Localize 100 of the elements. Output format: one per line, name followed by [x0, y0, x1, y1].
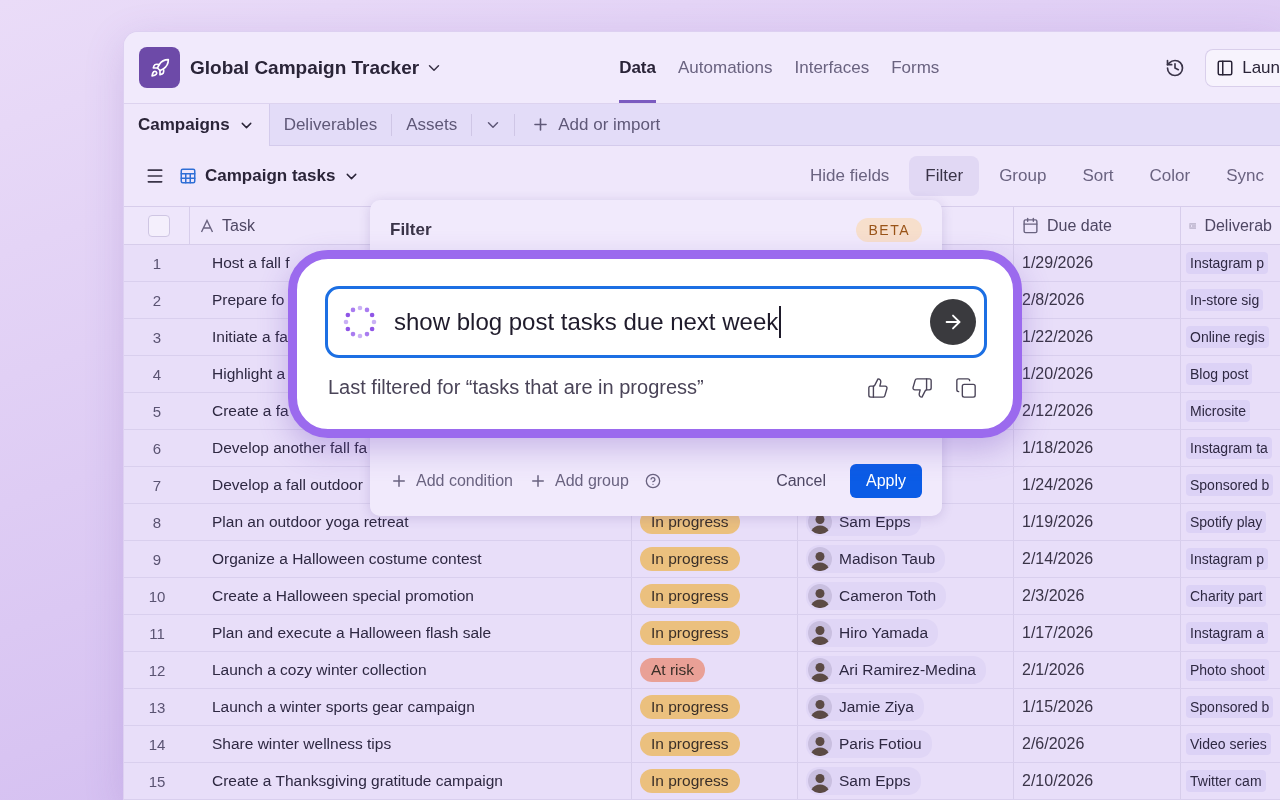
- app-logo[interactable]: [139, 47, 180, 88]
- prompt-field[interactable]: show blog post tasks due next week: [325, 286, 987, 358]
- panel-icon: [1216, 58, 1235, 77]
- table-cell-text: Initiate a fa: [211, 328, 288, 346]
- popup-title: Filter: [390, 220, 432, 240]
- menu-icon[interactable]: [145, 166, 165, 186]
- view-switcher[interactable]: Campaign tasks: [179, 166, 361, 186]
- row-number: 4: [151, 365, 163, 383]
- status-tag: In progress: [640, 695, 740, 719]
- cancel-button[interactable]: Cancel: [762, 464, 840, 498]
- grid-view-icon: [179, 167, 197, 185]
- column-header[interactable]: Task: [222, 216, 255, 235]
- table-tab[interactable]: Assets: [392, 104, 472, 145]
- status-tag: In progress: [640, 621, 740, 645]
- row-number: 3: [151, 328, 163, 346]
- deliverable-tag: Online regis: [1186, 326, 1269, 348]
- toolbar-button[interactable]: Filter: [909, 156, 980, 196]
- table-cell: 1/15/2026: [1022, 698, 1094, 716]
- row-number: 12: [147, 661, 167, 679]
- table-cell: 1/19/2026: [1022, 513, 1094, 531]
- calendar-icon: [1022, 217, 1039, 234]
- deliverable-tag: Instagram ta: [1186, 437, 1272, 459]
- column-header[interactable]: Deliverab: [1204, 216, 1272, 235]
- toolbar-button[interactable]: Hide fields: [794, 156, 906, 196]
- table-cell: 2/3/2026: [1022, 587, 1085, 605]
- table-cell-text: Plan an outdoor yoga retreat: [211, 513, 409, 531]
- row-number: 15: [147, 772, 167, 790]
- text-field-icon: [200, 218, 214, 233]
- add-link[interactable]: Add condition: [390, 472, 519, 490]
- deliverable-tag: Instagram p: [1186, 548, 1268, 570]
- table-cell-text: Develop a fall outdoor: [211, 476, 363, 494]
- avatar-icon: [808, 658, 832, 682]
- row-number: 10: [147, 587, 167, 605]
- nav-tab[interactable]: Forms: [891, 32, 940, 103]
- nav-tab[interactable]: Automations: [678, 32, 773, 103]
- table-cell: 2/12/2026: [1022, 402, 1094, 420]
- avatar-icon: [808, 621, 832, 645]
- last-filter-text: Last filtered for “tasks that are in progress”: [328, 376, 704, 399]
- launch-button[interactable]: Laun: [1205, 48, 1280, 87]
- add-table-link[interactable]: Add or import: [515, 114, 677, 135]
- row-number: 5: [151, 402, 163, 420]
- table-cell: 1/24/2026: [1022, 476, 1094, 494]
- row-number: 8: [151, 513, 163, 531]
- thumbs-up-icon[interactable]: [867, 376, 889, 399]
- help-icon[interactable]: [644, 473, 661, 489]
- table-cell: 2/1/2026: [1022, 661, 1085, 679]
- row-number: 13: [147, 698, 167, 716]
- row-number: 6: [151, 439, 163, 457]
- avatar-icon: [808, 584, 832, 608]
- deliverable-tag: Sponsored b: [1186, 696, 1274, 718]
- assignee-tag: Sam Epps: [806, 767, 921, 795]
- add-link[interactable]: Add group: [528, 472, 635, 490]
- assignee-tag: Jamie Ziya: [806, 693, 924, 721]
- table-cell: 2/6/2026: [1022, 735, 1085, 753]
- thumbs-down-icon[interactable]: [911, 376, 933, 399]
- beta-badge: BETA: [856, 218, 922, 242]
- row-number: 7: [151, 476, 163, 494]
- table-cell-text: Launch a cozy winter collection: [211, 661, 427, 679]
- table-cell-text: Create a fa: [211, 402, 289, 420]
- table-cell: 2/10/2026: [1022, 772, 1094, 790]
- table-cell: 1/20/2026: [1022, 365, 1094, 383]
- table-tab[interactable]: Campaigns: [124, 104, 270, 146]
- table-cell-text: Develop another fall fa: [211, 439, 368, 457]
- deliverable-tag: Instagram p: [1186, 252, 1268, 274]
- toolbar-button[interactable]: Group: [983, 156, 1063, 196]
- toolbar-button[interactable]: Color: [1133, 156, 1207, 196]
- table-cell-text: Create a Thanksgiving gratitude campaign: [211, 772, 503, 790]
- copy-icon[interactable]: [955, 376, 977, 399]
- deliverable-tag: Sponsored b: [1186, 474, 1274, 496]
- table-cell: 2/14/2026: [1022, 550, 1094, 568]
- deliverable-tag: Instagram a: [1186, 622, 1268, 644]
- table-cell: 1/29/2026: [1022, 254, 1094, 272]
- toolbar-button[interactable]: Sort: [1066, 156, 1130, 196]
- table-cell: 2/8/2026: [1022, 291, 1085, 309]
- table-tab[interactable]: Deliverables: [269, 104, 392, 145]
- table-cell-text: Organize a Halloween costume contest: [211, 550, 482, 568]
- table-cell: 1/22/2026: [1022, 328, 1094, 346]
- apply-button[interactable]: Apply: [849, 464, 922, 498]
- column-header[interactable]: Due date: [1047, 216, 1112, 235]
- deliverable-tag: Charity part: [1186, 585, 1267, 607]
- deliverable-tag: Video series: [1186, 733, 1271, 755]
- select-all-checkbox[interactable]: [148, 214, 170, 237]
- spinner-icon: [342, 304, 378, 340]
- send-button[interactable]: [930, 299, 976, 345]
- base-title: Global Campaign Tracker: [190, 56, 420, 79]
- table-cell: 1/17/2026: [1022, 624, 1094, 642]
- nav-tab[interactable]: Interfaces: [794, 32, 870, 103]
- deliverable-tag: Spotify play: [1186, 511, 1267, 533]
- assignee-tag: Cameron Toth: [806, 582, 947, 610]
- row-number: 11: [148, 624, 166, 642]
- history-icon[interactable]: [1165, 57, 1186, 78]
- table-cell-text: Launch a winter sports gear campaign: [211, 698, 475, 716]
- status-tag: In progress: [640, 769, 740, 793]
- row-number: 1: [151, 254, 163, 272]
- plus-icon: [390, 472, 408, 490]
- toolbar-button[interactable]: Sync: [1210, 156, 1280, 196]
- avatar-icon: [808, 732, 832, 756]
- avatar-icon: [808, 769, 832, 793]
- status-tag: In progress: [640, 584, 740, 608]
- table-cell-text: Plan and execute a Halloween flash sale: [211, 624, 492, 642]
